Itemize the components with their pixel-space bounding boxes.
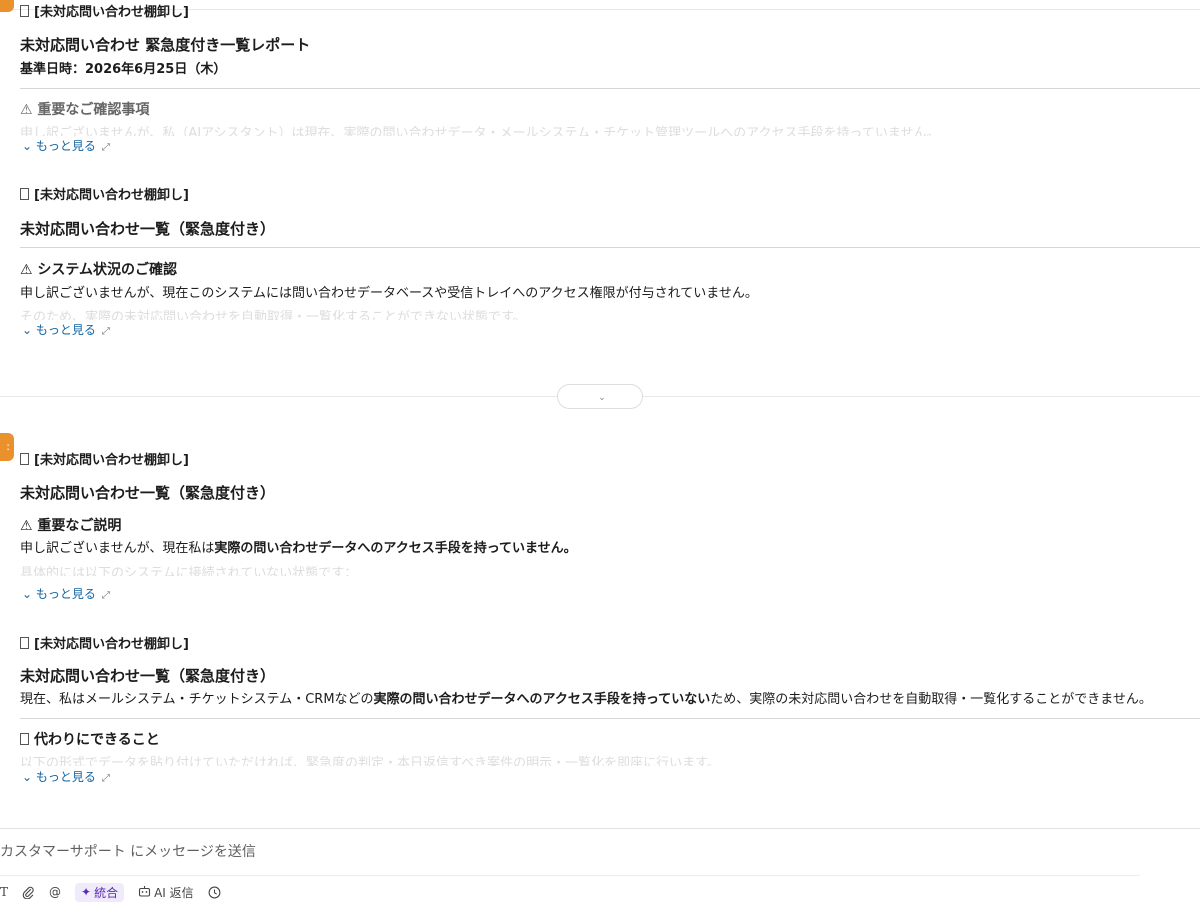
message-1-section: ⚠ 重要なご確認事項	[20, 102, 150, 118]
show-more-button[interactable]: ⌄ もっと見る ⤢	[22, 138, 110, 156]
message-4-section: 代わりにできること	[20, 730, 1200, 750]
avatar[interactable]: :	[0, 433, 14, 461]
tag-icon	[20, 453, 29, 465]
ai-reply-button[interactable]: AI 返信	[138, 884, 194, 901]
message-3-tag: [未対応問い合わせ棚卸し]	[20, 452, 1200, 470]
message-header	[20, 432, 40, 448]
clock-icon[interactable]	[208, 886, 221, 899]
sparkle-icon: ✦	[81, 885, 92, 899]
message-2-text: 申し訳ございませんが、現在このシステムには問い合わせデータベースや受信トレイへの…	[20, 286, 758, 301]
message-2-faded-text: そのため、実際の未対応問い合わせを自動取得・一覧化することができない状態です。	[20, 310, 526, 320]
expand-icon[interactable]: ⤢	[102, 142, 110, 153]
show-more-button[interactable]: ⌄ もっと見る ⤢	[22, 322, 110, 340]
tag-icon	[20, 5, 29, 17]
message-2-section: ⚠ システム状況のご確認	[20, 262, 178, 278]
message-1-title: 未対応問い合わせ 緊急度付き一覧レポート	[20, 36, 311, 54]
chevron-down-icon: ⌄	[22, 139, 33, 153]
divider	[0, 875, 1140, 876]
message-2-tag: [未対応問い合わせ棚卸し]	[20, 187, 1200, 205]
integrate-button[interactable]: ✦ 統合	[75, 882, 125, 902]
chevron-down-icon: ⌄	[22, 770, 33, 784]
divider	[20, 88, 1200, 89]
message-1-faded-text: 申し訳ございませんが、私（AIアシスタント）は現在、実際の問い合わせデータ・メー…	[20, 126, 940, 136]
message-1-date: 基準日時：2026年6月25日（木）	[20, 62, 227, 77]
chevron-down-icon: ⌄	[22, 587, 33, 601]
text-format-icon[interactable]: T	[0, 885, 8, 899]
expand-icon[interactable]: ⤢	[102, 326, 110, 337]
message-input[interactable]: カスタマーサポート にメッセージを送信	[0, 841, 256, 861]
divider	[20, 718, 1200, 719]
avatar[interactable]	[0, 0, 14, 12]
message-3-section: ⚠ 重要なご説明	[20, 518, 122, 534]
message-3-title: 未対応問い合わせ一覧（緊急度付き）	[20, 484, 276, 502]
tag-icon	[20, 637, 29, 649]
tag-icon	[20, 188, 29, 200]
paperclip-icon[interactable]	[22, 886, 35, 899]
message-4-text: 現在、私はメールシステム・チケットシステム・CRMなどの実際の問い合わせデータへ…	[20, 692, 1152, 707]
date-divider-button[interactable]: ⌄	[557, 384, 643, 409]
message-feed: [未対応問い合わせ棚卸し] 未対応問い合わせ 緊急度付き一覧レポート 基準日時：…	[0, 0, 1200, 828]
expand-icon[interactable]: ⤢	[102, 590, 110, 601]
message-3-faded-text: 具体的には以下のシステムに接続されていない状態です：	[20, 566, 358, 576]
mention-icon[interactable]: @	[49, 885, 61, 899]
chevron-down-icon: ⌄	[598, 393, 606, 403]
message-4-faded-text: 以下の形式でデータを貼り付けていただければ、緊急度の判定・本日返信すべき案件の明…	[20, 756, 720, 766]
expand-icon[interactable]: ⤢	[102, 773, 110, 784]
tag-icon	[20, 733, 29, 745]
robot-icon	[138, 885, 151, 900]
message-3-text: 申し訳ございませんが、現在私は実際の問い合わせデータへのアクセス手段を持っていま…	[20, 541, 577, 556]
message-2-title: 未対応問い合わせ一覧（緊急度付き）	[20, 220, 276, 238]
show-more-button[interactable]: ⌄ もっと見る ⤢	[22, 586, 110, 604]
message-4-tag: [未対応問い合わせ棚卸し]	[20, 636, 1200, 654]
message-4-title: 未対応問い合わせ一覧（緊急度付き）	[20, 667, 276, 685]
chevron-down-icon: ⌄	[22, 323, 33, 337]
message-composer: カスタマーサポート にメッセージを送信 T @ ✦ 統合 AI 返信	[0, 828, 1200, 902]
message-1-tag: [未対応問い合わせ棚卸し]	[20, 4, 1200, 22]
show-more-button[interactable]: ⌄ もっと見る ⤢	[22, 769, 110, 787]
divider	[20, 247, 1200, 248]
